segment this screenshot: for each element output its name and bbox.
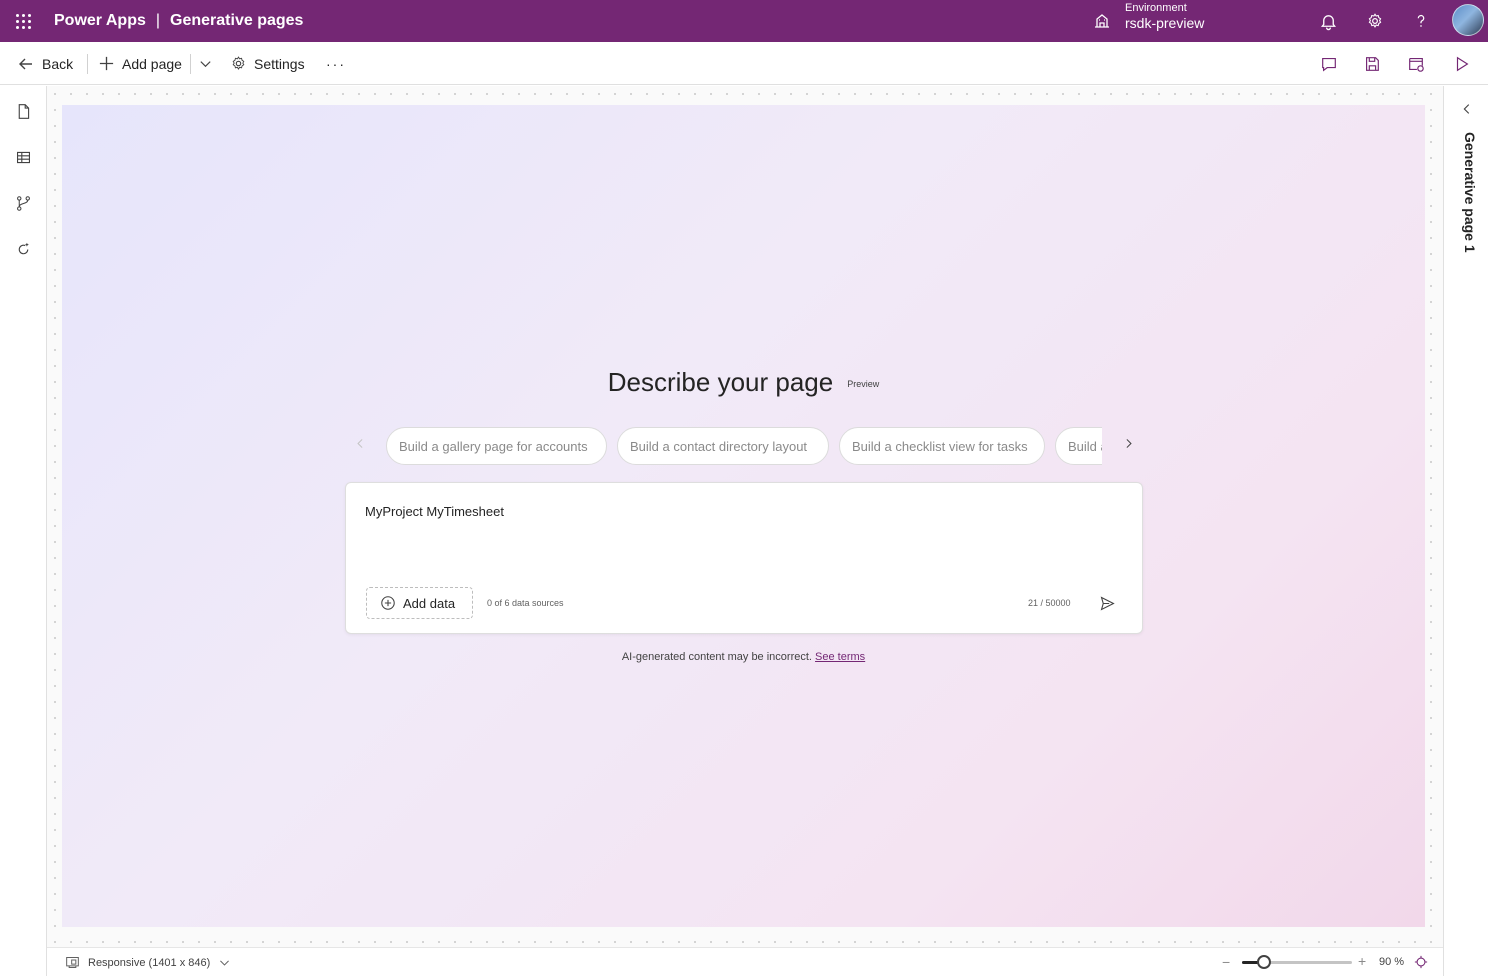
describe-title: Describe your page xyxy=(607,367,834,397)
comment-icon xyxy=(1322,58,1336,72)
publish-icon xyxy=(1409,58,1424,72)
zoom-slider[interactable] xyxy=(1242,955,1352,969)
arrow-left-icon xyxy=(19,58,32,69)
back-label: Back xyxy=(42,55,74,72)
suggestion-chip[interactable]: Build a gallery page for accounts xyxy=(386,427,607,465)
back-button[interactable]: Back xyxy=(17,42,73,85)
add-data-button[interactable]: Add data xyxy=(366,587,473,619)
help-button[interactable] xyxy=(1409,9,1433,33)
suggestions-prev-button[interactable] xyxy=(350,431,370,455)
bell-icon xyxy=(1320,14,1336,30)
divider xyxy=(87,54,88,74)
add-page-label: Add page xyxy=(122,55,182,72)
pages-button[interactable] xyxy=(12,100,34,122)
publish-button[interactable] xyxy=(1405,53,1427,75)
settings-label: Settings xyxy=(254,55,305,72)
zoom-in-button[interactable]: + xyxy=(1358,953,1366,969)
suggestion-chip[interactable]: Build a checklist view for tasks xyxy=(839,427,1045,465)
ai-disclaimer: AI-generated content may be incorrect. S… xyxy=(62,651,1425,663)
branch-icon xyxy=(16,195,30,211)
fit-screen-icon xyxy=(1414,955,1428,969)
gear-icon xyxy=(232,56,245,70)
top-header: Power Apps | Generative pages Environmen… xyxy=(0,0,1488,42)
add-page-button[interactable]: Add page xyxy=(98,42,182,85)
fit-to-screen-button[interactable] xyxy=(1413,954,1429,970)
right-panel: Generative page 1 xyxy=(1443,86,1488,976)
chevron-left-icon xyxy=(1463,104,1470,114)
flows-button[interactable] xyxy=(12,192,34,214)
screen-size-label: Responsive (1401 x 846) xyxy=(88,956,211,969)
help-icon xyxy=(1417,14,1425,27)
status-bar: Responsive (1401 x 846) − + 90 % xyxy=(47,947,1443,976)
waffle-icon xyxy=(15,13,31,29)
environment-name: rsdk-preview xyxy=(1125,15,1205,31)
describe-header: Describe your page Preview xyxy=(62,367,1425,398)
chevron-down-icon xyxy=(220,960,230,966)
settings-command-button[interactable]: Settings xyxy=(230,42,305,85)
page-icon xyxy=(18,103,29,119)
add-data-label: Add data xyxy=(403,595,456,611)
title-separator: | xyxy=(155,12,161,29)
panel-title: Generative page 1 xyxy=(1462,132,1478,253)
see-terms-link[interactable]: See terms xyxy=(815,651,865,663)
prompt-input[interactable]: MyProject MyTimesheet xyxy=(365,504,504,519)
table-icon xyxy=(16,151,30,163)
save-icon xyxy=(1366,57,1379,71)
send-button[interactable] xyxy=(1097,593,1117,613)
sparkle-refresh-icon xyxy=(18,242,29,254)
more-icon: ··· xyxy=(326,55,346,72)
page-title: Generative pages xyxy=(170,12,304,29)
character-count: 21 / 50000 xyxy=(1028,598,1071,608)
chevron-right-icon xyxy=(1126,438,1132,448)
copilot-button[interactable] xyxy=(12,238,34,260)
send-icon xyxy=(1100,595,1115,611)
suggestion-chip[interactable]: Build a xyxy=(1055,427,1102,465)
suggestion-chips: Build a gallery page for accounts Build … xyxy=(386,427,1102,465)
save-button[interactable] xyxy=(1361,53,1383,75)
user-avatar[interactable] xyxy=(1452,4,1484,36)
notification-button[interactable] xyxy=(1316,9,1340,33)
play-button[interactable] xyxy=(1451,53,1473,75)
chevron-down-icon xyxy=(200,61,211,68)
play-icon xyxy=(1456,56,1469,72)
chevron-left-icon xyxy=(356,438,362,448)
suggestion-chip[interactable]: Build a contact directory layout xyxy=(617,427,829,465)
gear-icon xyxy=(1368,13,1382,28)
suggestions-next-button[interactable] xyxy=(1118,431,1138,455)
page-canvas: Describe your page Preview Build a galle… xyxy=(62,105,1425,927)
disclaimer-text: AI-generated content may be incorrect. xyxy=(621,651,812,663)
left-rail xyxy=(0,86,47,976)
environment-label: Environment xyxy=(1125,2,1187,14)
settings-button[interactable] xyxy=(1363,9,1387,33)
app-launcher-button[interactable] xyxy=(0,0,46,42)
preview-badge: Preview xyxy=(847,378,880,389)
data-sources-count: 0 of 6 data sources xyxy=(487,598,564,608)
add-circle-icon xyxy=(381,596,395,610)
zoom-out-button[interactable]: − xyxy=(1222,954,1230,970)
data-button[interactable] xyxy=(12,146,34,168)
zoom-slider-thumb[interactable] xyxy=(1257,955,1271,969)
environment-icon xyxy=(1095,14,1109,28)
zoom-level: 90 % xyxy=(1379,956,1405,968)
prompt-box[interactable]: MyProject MyTimesheet Add data 0 of 6 da… xyxy=(345,482,1143,634)
comments-button[interactable] xyxy=(1318,53,1340,75)
divider xyxy=(190,54,191,74)
screen-size-dropdown[interactable]: Responsive (1401 x 846) xyxy=(65,948,239,976)
plus-icon xyxy=(99,56,114,71)
collapse-panel-button[interactable] xyxy=(1458,100,1476,118)
add-page-dropdown[interactable] xyxy=(198,42,220,85)
more-options-button[interactable]: ··· xyxy=(326,42,346,85)
environment-picker[interactable]: Environment rsdk-preview xyxy=(1092,2,1204,32)
device-icon xyxy=(66,957,79,968)
app-name[interactable]: Power Apps xyxy=(54,12,146,30)
command-bar: Back Add page Settings ··· xyxy=(0,42,1488,85)
